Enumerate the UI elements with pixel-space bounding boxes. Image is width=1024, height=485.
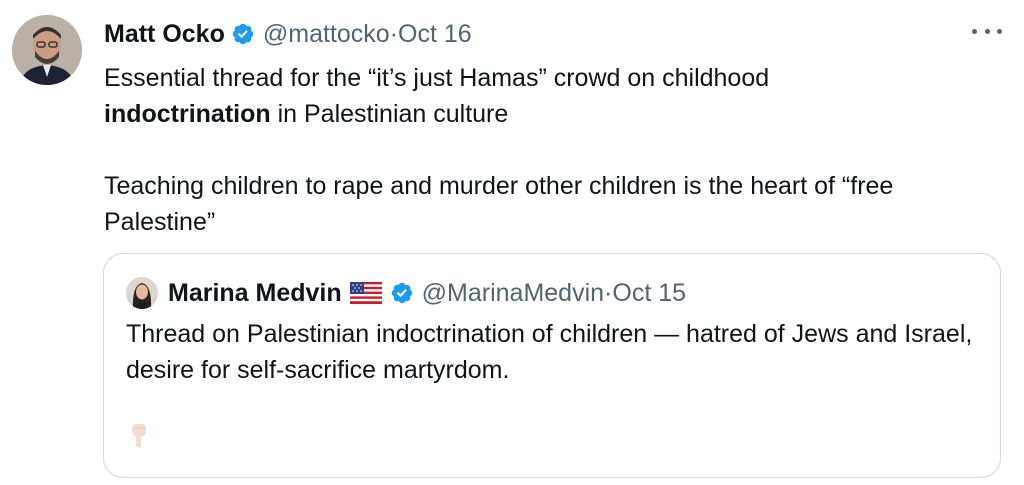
more-dot [997,28,1002,34]
tweet[interactable]: Matt Ocko @mattocko · Oct 16 Essential t… [0,0,1024,485]
quoted-tweet-date[interactable]: Oct 15 [612,279,686,308]
pointing-down-emoji-icon [128,422,150,457]
author-name[interactable]: Matt Ocko [104,20,225,49]
author-handle[interactable]: @mattocko [263,20,390,49]
us-flag-icon [349,282,382,304]
more-dot [984,28,990,34]
quoted-tweet-text: Thread on Palestinian indoctrination of … [126,320,973,384]
quoted-verified-badge-icon[interactable] [390,281,414,305]
quoted-author-avatar[interactable] [126,277,158,309]
quoted-tweet-header: Marina Medvin @MarinaMedvin · Oct 15 [126,276,686,310]
quoted-author-name[interactable]: Marina Medvin [168,279,342,308]
tweet-header: Matt Ocko @mattocko · Oct 16 [104,17,472,51]
author-avatar[interactable] [12,15,82,85]
quoted-avatar-photo [126,277,158,309]
tweet-text-para2: Teaching children to rape and murder oth… [104,172,894,236]
tweet-text-line2: indoctrination in Palestinian culture [104,96,1004,132]
quoted-tweet-card[interactable]: Marina Medvin @MarinaMedvin · Oct 15 Thr… [103,253,1001,478]
tweet-date[interactable]: Oct 16 [398,20,472,49]
avatar-photo [12,15,82,85]
line2-rest: in Palestinian culture [270,100,509,128]
tweet-text: Essential thread for the “it’s just Hama… [104,60,1004,240]
more-options-icon[interactable] [972,18,1002,44]
date-separator: · [389,19,398,48]
bold-keyword: indoctrination [104,100,271,128]
tweet-text-line1: Essential thread for the “it’s just Hama… [104,64,770,92]
quoted-author-handle[interactable]: @MarinaMedvin [422,279,604,308]
quoted-date-separator: · [604,278,613,307]
more-dot [972,28,977,34]
verified-badge-icon[interactable] [231,22,255,46]
